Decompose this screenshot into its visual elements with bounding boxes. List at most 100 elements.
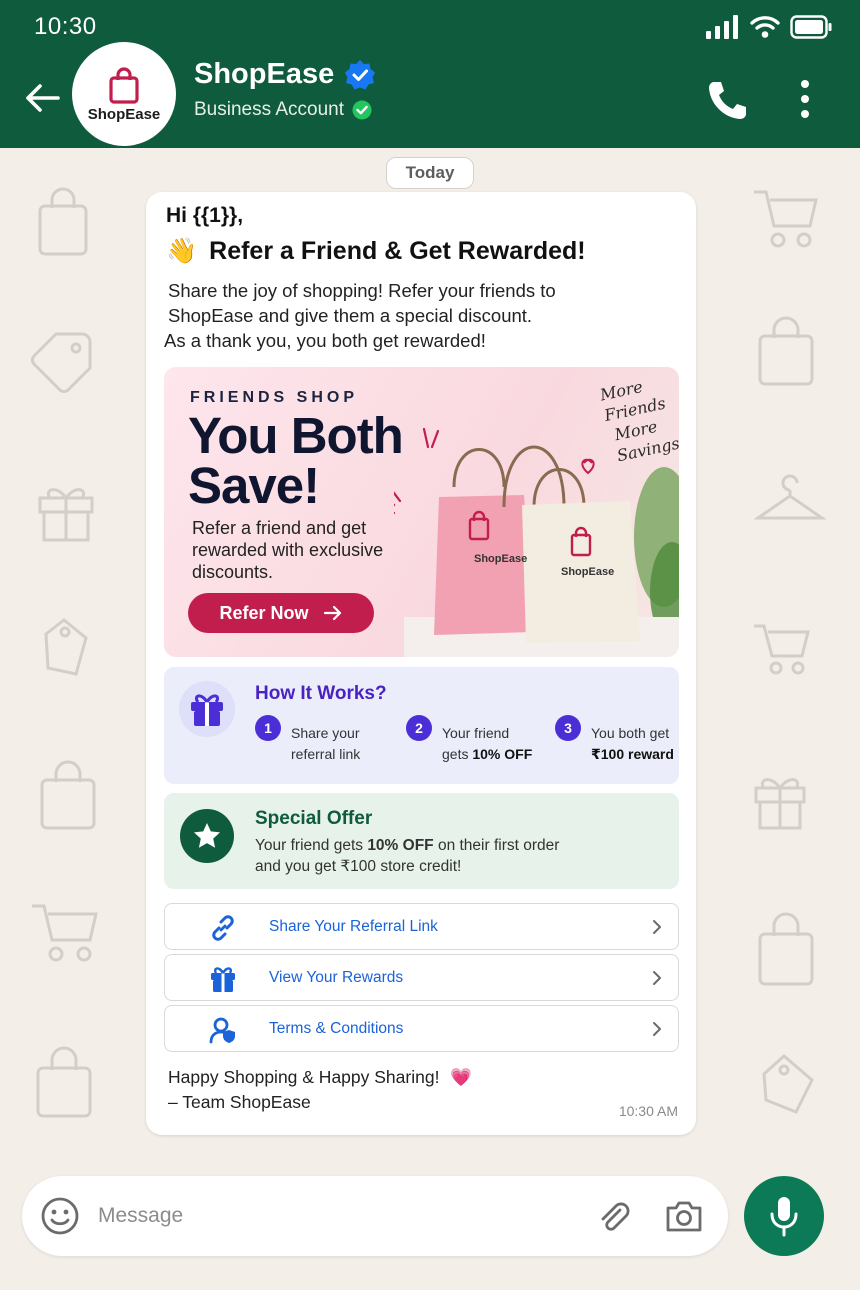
step-text: Your friend gets 10% OFF [442, 715, 532, 765]
step-line-bold: ₹100 reward [591, 746, 674, 762]
special-offer-section: Special Offer Your friend gets 10% OFF o… [164, 793, 679, 889]
message-input[interactable] [98, 1196, 558, 1236]
bag-label: ShopEase [561, 566, 615, 578]
step-number: 3 [555, 715, 581, 741]
banner-title-line: Save! [188, 457, 320, 514]
arrow-right-icon [323, 605, 341, 621]
message-composer [22, 1176, 728, 1256]
offer-badge [180, 809, 234, 863]
step-line-bold: 10% OFF [472, 746, 533, 762]
step-item: 1 Share your referral link [255, 715, 360, 765]
signoff-line: Happy Shopping & Happy Sharing! [168, 1067, 440, 1087]
wifi-icon [750, 16, 780, 38]
bag-doodle-icon [36, 1046, 92, 1118]
message-timestamp: 10:30 AM [618, 1103, 678, 1119]
cart-doodle-icon [754, 190, 818, 248]
banner-title-line: You Both [188, 407, 404, 464]
back-arrow-icon[interactable] [22, 78, 62, 118]
step-number: 2 [406, 715, 432, 741]
battery-icon [790, 15, 832, 39]
terms-conditions-button[interactable]: Terms & Conditions [164, 1005, 679, 1052]
link-icon [212, 915, 234, 941]
action-label: Terms & Conditions [269, 1019, 404, 1037]
bag-doodle-icon [38, 187, 88, 256]
more-options-icon[interactable] [794, 78, 816, 120]
contact-subtitle: Business Account [194, 99, 344, 120]
step-item: 2 Your friend gets 10% OFF [406, 715, 532, 765]
tag-doodle-icon [44, 618, 88, 676]
offer-text-part: Your friend gets [255, 837, 368, 854]
message-bubble: Hi {{1}}, 👋 Refer a Friend & Get Rewarde… [146, 192, 696, 1135]
step-item: 3 You both get ₹100 reward [555, 715, 674, 765]
camera-icon[interactable] [664, 1198, 704, 1234]
contact-info[interactable]: ShopEase Business Account [194, 58, 376, 121]
gift-doodle-icon [754, 778, 806, 830]
shopping-bag-logo-icon [109, 66, 139, 104]
gift-icon [191, 694, 223, 726]
chevron-right-icon [653, 971, 661, 985]
chevron-right-icon [653, 920, 661, 934]
date-chip: Today [386, 157, 474, 189]
business-verified-icon [352, 100, 372, 120]
step-line: Share your [291, 725, 360, 741]
step-line: referral link [291, 746, 361, 762]
banner-title: You Both Save! [188, 407, 404, 514]
status-bar: 10:30 [34, 12, 832, 42]
avatar[interactable]: ShopEase [72, 42, 176, 146]
bag-doodle-icon [40, 760, 96, 830]
star-icon [194, 823, 220, 848]
body-line: As a thank you, you both get rewarded! [164, 330, 486, 351]
gift-badge [179, 681, 235, 737]
step-text: You both get ₹100 reward [591, 715, 674, 765]
promo-banner: FRIENDS SHOP You Both Save! Refer a frie… [164, 367, 679, 657]
status-time: 10:30 [34, 13, 97, 40]
contact-name: ShopEase [194, 58, 335, 90]
refer-now-label: Refer Now [219, 602, 309, 623]
verified-badge-icon [345, 59, 376, 89]
body-line: Share the joy of shopping! Refer your fr… [168, 280, 556, 301]
step-line: Your friend [442, 725, 510, 741]
offer-text-part: on their first order [433, 837, 560, 854]
gift-icon [211, 967, 235, 992]
message-body: Share the joy of shopping! Refer your fr… [164, 278, 668, 353]
action-label: Share Your Referral Link [269, 917, 438, 935]
share-referral-link-button[interactable]: Share Your Referral Link [164, 903, 679, 950]
tag-doodle-icon [762, 1054, 814, 1114]
gift-doodle-icon [38, 488, 94, 542]
hanger-doodle-icon [754, 474, 826, 520]
paperclip-icon[interactable] [596, 1198, 632, 1234]
step-line: ₹100 reward [591, 744, 674, 765]
heart-emoji: 💗 [450, 1067, 473, 1087]
chevron-right-icon [653, 1022, 661, 1036]
microphone-button[interactable] [744, 1176, 824, 1256]
cart-doodle-icon [32, 904, 98, 962]
step-line: You both get [591, 725, 670, 741]
step-number: 1 [255, 715, 281, 741]
cart-doodle-icon [754, 624, 810, 675]
microphone-icon [770, 1197, 798, 1237]
banner-description: Refer a friend and get rewarded with exc… [192, 518, 384, 582]
offer-text-bold: 10% OFF [367, 837, 434, 854]
headline: 👋 Refer a Friend & Get Rewarded! [166, 237, 586, 266]
how-it-works-section: How It Works? 1 Share your referral link… [164, 667, 679, 784]
step-text: Share your referral link [291, 715, 360, 765]
bag-doodle-icon [758, 316, 814, 386]
signoff: Happy Shopping & Happy Sharing! 💗 – Team… [168, 1065, 472, 1115]
body-line: ShopEase and give them a special discoun… [168, 305, 533, 326]
avatar-label: ShopEase [87, 105, 161, 123]
user-shield-icon [209, 1017, 235, 1044]
phone-call-icon[interactable] [704, 78, 750, 122]
offer-text-line: and you get ₹100 store credit! [255, 858, 462, 875]
action-label: View Your Rewards [269, 968, 404, 986]
special-offer-text: Your friend gets 10% OFF on their first … [255, 835, 665, 877]
bag-label: ShopEase [474, 553, 528, 565]
chat-header: 10:30 ShopEase ShopEase Business Account [0, 0, 860, 148]
special-offer-title: Special Offer [255, 808, 373, 829]
refer-now-button[interactable]: Refer Now [188, 593, 374, 633]
greeting: Hi {{1}}, [166, 204, 244, 227]
view-rewards-button[interactable]: View Your Rewards [164, 954, 679, 1001]
emoji-icon[interactable] [40, 1196, 80, 1236]
step-line: gets 10% OFF [442, 744, 532, 765]
headline-text: Refer a Friend & Get Rewarded! [209, 237, 586, 265]
banner-eyebrow: FRIENDS SHOP [190, 389, 359, 406]
